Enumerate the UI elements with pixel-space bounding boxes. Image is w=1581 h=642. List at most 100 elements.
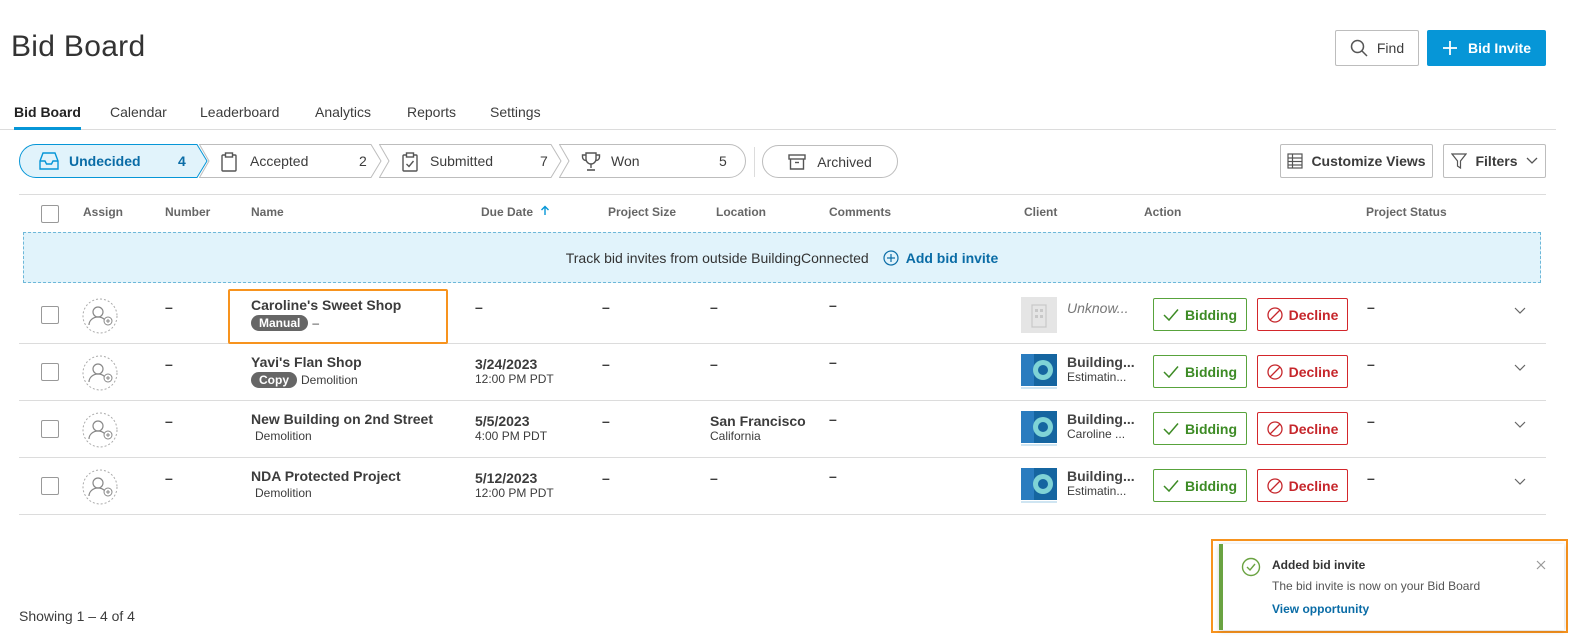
stage-submitted[interactable]: Submitted 7 bbox=[379, 144, 563, 178]
tab-settings[interactable]: Settings bbox=[490, 104, 541, 130]
row-name-cell[interactable]: NDA Protected Project Demolition bbox=[251, 468, 401, 500]
client-name: Unknow... bbox=[1067, 300, 1129, 316]
decline-label: Decline bbox=[1288, 420, 1339, 437]
column-header-project-size[interactable]: Project Size bbox=[608, 205, 676, 219]
stage-won[interactable]: Won 5 bbox=[559, 144, 746, 178]
due-time: 12:00 PM PDT bbox=[475, 486, 554, 500]
row-checkbox[interactable] bbox=[41, 420, 59, 438]
customize-views-button[interactable]: Customize Views bbox=[1280, 144, 1433, 178]
select-all-checkbox[interactable] bbox=[41, 205, 59, 223]
find-button[interactable]: Find bbox=[1335, 30, 1419, 66]
chevron-down-icon[interactable] bbox=[1514, 478, 1526, 486]
assign-user-icon[interactable] bbox=[82, 298, 118, 334]
chevron-down-icon[interactable] bbox=[1514, 364, 1526, 372]
row-number: – bbox=[165, 470, 173, 486]
tab-reports[interactable]: Reports bbox=[407, 104, 456, 130]
table-row[interactable]: – NDA Protected Project Demolition 5/12/… bbox=[19, 458, 1546, 515]
comments: – bbox=[829, 411, 837, 427]
clipboard-check-icon bbox=[402, 152, 418, 172]
bidding-button[interactable]: Bidding bbox=[1153, 298, 1247, 331]
tab-analytics[interactable]: Analytics bbox=[315, 104, 371, 130]
column-header-assign: Assign bbox=[83, 205, 124, 219]
bidding-button[interactable]: Bidding bbox=[1153, 469, 1247, 502]
decline-label: Decline bbox=[1288, 363, 1339, 380]
row-checkbox[interactable] bbox=[41, 306, 59, 324]
bidding-button[interactable]: Bidding bbox=[1153, 412, 1247, 445]
client-name: Building... bbox=[1067, 411, 1135, 427]
bidding-button[interactable]: Bidding bbox=[1153, 355, 1247, 388]
decline-button[interactable]: Decline bbox=[1257, 355, 1348, 388]
row-checkbox[interactable] bbox=[41, 477, 59, 495]
column-header-location[interactable]: Location bbox=[716, 205, 766, 219]
decline-button[interactable]: Decline bbox=[1257, 412, 1348, 445]
view-opportunity-link[interactable]: View opportunity bbox=[1272, 602, 1369, 616]
column-header-name[interactable]: Name bbox=[251, 205, 284, 219]
location-state: California bbox=[710, 429, 761, 443]
stage-label: Accepted bbox=[250, 153, 309, 169]
bidding-label: Bidding bbox=[1184, 420, 1238, 437]
funnel-icon bbox=[1451, 153, 1468, 169]
chevron-down-icon bbox=[1526, 157, 1537, 164]
add-bid-invite-link[interactable]: Add bid invite bbox=[883, 250, 998, 266]
column-header-comments[interactable]: Comments bbox=[829, 205, 891, 219]
bidding-label: Bidding bbox=[1184, 363, 1238, 380]
close-icon[interactable] bbox=[1536, 560, 1546, 570]
location-city: San Francisco bbox=[710, 413, 806, 429]
due-time: 4:00 PM PDT bbox=[475, 429, 548, 443]
decline-button[interactable]: Decline bbox=[1257, 469, 1348, 502]
tab-bid-board[interactable]: Bid Board bbox=[14, 104, 81, 130]
location-cell: San Francisco California bbox=[710, 413, 806, 443]
column-header-due-date[interactable]: Due Date bbox=[481, 205, 550, 219]
company-logo-icon bbox=[1021, 468, 1057, 504]
stage-accepted[interactable]: Accepted 2 bbox=[199, 144, 383, 178]
column-header-project-status[interactable]: Project Status bbox=[1366, 205, 1447, 219]
new-row-highlight bbox=[228, 289, 448, 344]
archive-icon bbox=[788, 153, 806, 170]
stage-undecided[interactable]: Undecided 4 bbox=[19, 144, 209, 178]
stage-count: 7 bbox=[540, 153, 548, 169]
assign-user-icon[interactable] bbox=[82, 412, 118, 448]
stage-count: 5 bbox=[719, 153, 727, 169]
project-name[interactable]: Yavi's Flan Shop bbox=[251, 354, 362, 370]
stage-count: 2 bbox=[359, 153, 367, 169]
company-logo-icon bbox=[1021, 354, 1057, 390]
search-icon bbox=[1350, 39, 1368, 57]
plus-icon bbox=[1442, 41, 1457, 55]
project-name[interactable]: NDA Protected Project bbox=[251, 468, 401, 484]
chevron-down-icon[interactable] bbox=[1514, 307, 1526, 315]
assign-user-icon[interactable] bbox=[82, 355, 118, 391]
check-icon bbox=[1163, 422, 1179, 435]
project-trade: Demolition bbox=[301, 373, 358, 387]
client-cell: Building... Caroline ... bbox=[1067, 411, 1135, 441]
toast-message: The bid invite is now on your Bid Board bbox=[1272, 579, 1481, 593]
comments: – bbox=[829, 297, 837, 313]
table-row[interactable]: – Yavi's Flan Shop Copy Demolition 3/24/2… bbox=[19, 344, 1546, 401]
no-entry-icon bbox=[1266, 306, 1283, 323]
tab-calendar[interactable]: Calendar bbox=[110, 104, 167, 130]
assign-user-icon[interactable] bbox=[82, 469, 118, 505]
page-title: Bid Board bbox=[11, 30, 146, 63]
column-header-client[interactable]: Client bbox=[1024, 205, 1057, 219]
row-name-cell[interactable]: New Building on 2nd Street Demolition bbox=[251, 411, 433, 443]
bid-invite-button[interactable]: Bid Invite bbox=[1427, 30, 1546, 66]
chevron-down-icon[interactable] bbox=[1514, 421, 1526, 429]
table-row[interactable]: – New Building on 2nd Street Demolition … bbox=[19, 401, 1546, 458]
project-size: – bbox=[602, 299, 610, 315]
row-checkbox[interactable] bbox=[41, 363, 59, 381]
clipboard-icon bbox=[221, 152, 237, 172]
archived-button[interactable]: Archived bbox=[762, 145, 898, 178]
column-header-number[interactable]: Number bbox=[165, 205, 210, 219]
project-status: – bbox=[1367, 356, 1375, 372]
tab-leaderboard[interactable]: Leaderboard bbox=[200, 104, 279, 130]
filters-button[interactable]: Filters bbox=[1443, 144, 1546, 178]
project-name[interactable]: New Building on 2nd Street bbox=[251, 411, 433, 427]
project-trade: Demolition bbox=[255, 429, 312, 443]
comments: – bbox=[829, 468, 837, 484]
due-date: 5/12/2023 bbox=[475, 470, 538, 486]
row-name-cell[interactable]: Yavi's Flan Shop Copy Demolition bbox=[251, 354, 362, 388]
client-contact: Estimatin... bbox=[1067, 484, 1127, 498]
find-label: Find bbox=[1376, 40, 1405, 56]
building-placeholder-icon bbox=[1021, 297, 1057, 333]
decline-button[interactable]: Decline bbox=[1257, 298, 1348, 331]
decline-label: Decline bbox=[1288, 306, 1339, 323]
